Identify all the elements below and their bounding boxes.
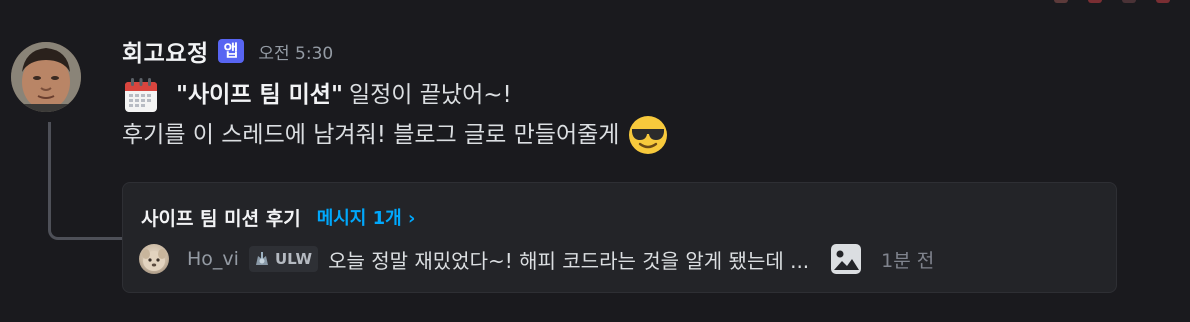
message-line-2: 후기를 이 스레드에 남겨줘! 블로그 글로 만들어줄게 [122, 115, 669, 155]
thread-connector-line [48, 122, 122, 240]
avatar-image [11, 42, 81, 112]
message-content: "사이프 팀 미션" 일정이 끝났어~! 후기를 이 스레드에 남겨줘! 블로그… [122, 75, 669, 155]
chat-view: 회고요정 앱 오전 5:30 "사이프 팀 미션" 일정이 끝났어~! 후기를 … [0, 0, 1190, 322]
thread-title-row: 사이프 팀 미션 후기 메시지 1개 › [141, 203, 415, 231]
message-timestamp[interactable]: 오전 5:30 [258, 39, 333, 64]
app-badge: 앱 [217, 39, 245, 63]
role-tag[interactable]: ULW [248, 246, 319, 272]
sunglasses-emoji-icon [629, 116, 668, 154]
thread-message-count-link[interactable]: 메시지 1개 › [317, 204, 416, 230]
calendar-emoji-icon [125, 78, 157, 112]
mission-name: "사이프 팀 미션" [176, 82, 343, 108]
role-label: ULW [274, 250, 313, 268]
toolbar-icon[interactable] [1122, 0, 1136, 3]
message-text-1: 일정이 끝났어~! [348, 82, 512, 108]
image-attachment-icon [831, 244, 862, 274]
message-text-2: 후기를 이 스레드에 남겨줘! 블로그 글로 만들어줄게 [122, 122, 620, 148]
thread-last-message-preview[interactable]: Ho_vi ULW 오늘 정말 재밌었다~! 해피 코드라는 것을 알게 됐는데… [139, 242, 1101, 276]
message-header: 회고요정 앱 오전 5:30 [122, 35, 333, 67]
toolbar-icon[interactable] [1054, 0, 1068, 3]
preview-message-text: 오늘 정말 재밌었다~! 해피 코드라는 것을 알게 됐는데 ... [328, 248, 810, 273]
role-icon [255, 252, 268, 265]
avatar-image [142, 249, 166, 271]
preview-username[interactable]: Ho_vi [187, 248, 239, 270]
message-line-1: "사이프 팀 미션" 일정이 끝났어~! [122, 75, 669, 115]
toolbar-icon[interactable] [1088, 0, 1102, 3]
thread-card[interactable]: 사이프 팀 미션 후기 메시지 1개 › Ho_vi ULW 오늘 정말 재밌었… [122, 182, 1117, 293]
toolbar-icon[interactable] [1156, 0, 1170, 3]
preview-timestamp: 1분 전 [881, 249, 935, 272]
message-toolbar-remnant [1054, 0, 1170, 4]
author-avatar[interactable] [11, 42, 81, 112]
author-name[interactable]: 회고요정 [122, 34, 209, 68]
preview-user-avatar[interactable] [139, 244, 169, 274]
thread-name[interactable]: 사이프 팀 미션 후기 [141, 204, 301, 231]
